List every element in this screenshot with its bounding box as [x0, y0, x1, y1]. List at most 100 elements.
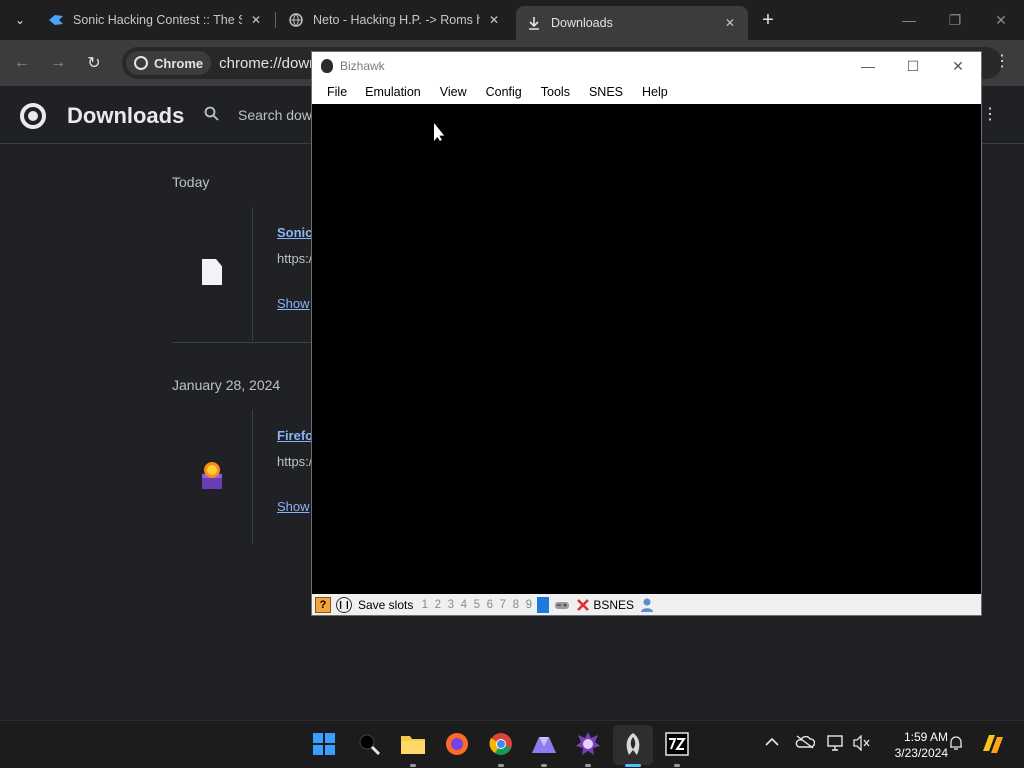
menu-help[interactable]: Help [642, 85, 668, 99]
divider [252, 207, 253, 341]
download-source-url[interactable]: https:/ [277, 251, 312, 266]
notification-bell-icon[interactable] [949, 735, 963, 754]
running-indicator [410, 764, 416, 767]
globe-icon [288, 12, 304, 28]
save-slots-label: Save slots [358, 597, 414, 612]
core-icon[interactable] [575, 597, 591, 613]
chip-label: Chrome [154, 55, 204, 71]
save-slot-6[interactable]: 6 [485, 599, 494, 611]
windows-taskbar: 1:59 AM 3/23/2024 [0, 720, 1024, 768]
bizhawk-status-bar: ? ❙❙ Save slots 1 2 3 4 5 6 7 8 9 BSNES [312, 594, 981, 615]
new-tab-button[interactable]: + [756, 8, 780, 32]
volume-muted-icon[interactable] [853, 734, 871, 754]
tab-sonic-hacking-contest[interactable]: Sonic Hacking Contest :: The SHC ✕ [38, 6, 274, 34]
download-item: Firefo https:/ Show [172, 410, 313, 544]
tab-search-chevron-icon[interactable]: ⌄ [8, 8, 32, 32]
restore-icon[interactable]: ❐ [932, 0, 978, 40]
save-slot-0-selected[interactable] [537, 596, 550, 613]
copilot-icon[interactable] [980, 731, 1006, 760]
tab-downloads[interactable]: Downloads ✕ [516, 6, 748, 40]
show-in-folder-link[interactable]: Show [277, 296, 310, 311]
app-triangle-icon[interactable] [531, 731, 557, 757]
bizhawk-titlebar[interactable]: Bizhawk — ☐ ✕ [312, 52, 981, 80]
firefox-icon[interactable] [444, 731, 470, 757]
network-icon[interactable] [827, 735, 845, 754]
bizhawk-window: Bizhawk — ☐ ✕ File Emulation View Config… [311, 51, 982, 616]
core-name[interactable]: BSNES [593, 598, 634, 612]
save-slot-9[interactable]: 9 [524, 599, 533, 611]
save-slot-4[interactable]: 4 [459, 599, 468, 611]
sonic-icon [48, 12, 64, 28]
bizhawk-taskbar-icon[interactable] [620, 731, 646, 757]
chrome-menu-icon[interactable]: ⋮ [990, 51, 1014, 75]
menu-view[interactable]: View [440, 85, 467, 99]
emulator-screen[interactable] [312, 104, 981, 594]
save-slot-3[interactable]: 3 [446, 599, 455, 611]
clock-time: 1:59 AM [903, 730, 948, 744]
controller-icon[interactable] [554, 597, 570, 613]
clock-date: 3/23/2024 [894, 746, 948, 760]
close-tab-icon[interactable]: ✕ [722, 16, 738, 30]
tab-title: Sonic Hacking Contest :: The SHC [73, 13, 242, 27]
show-hidden-icons-chevron-icon[interactable] [765, 735, 779, 750]
divider [252, 410, 253, 544]
7zip-icon[interactable] [664, 731, 690, 757]
save-slot-2[interactable]: 2 [433, 599, 442, 611]
download-item: Sonic https:/ Show [172, 207, 312, 341]
unknown-rom-icon[interactable]: ? [315, 596, 331, 613]
bizhawk-title: Bizhawk [340, 59, 385, 73]
show-in-folder-link[interactable]: Show [277, 499, 310, 514]
pause-icon[interactable]: ❙❙ [336, 596, 352, 613]
user-icon[interactable] [639, 597, 655, 613]
menu-emulation[interactable]: Emulation [365, 85, 421, 99]
onedrive-offline-icon[interactable] [795, 735, 816, 752]
reload-icon[interactable]: ↻ [82, 51, 106, 75]
tab-divider [275, 12, 276, 28]
forward-arrow-icon[interactable]: → [46, 51, 70, 75]
bizhawk-menu-bar: File Emulation View Config Tools SNES He… [312, 80, 981, 104]
bizhawk-app-icon [321, 59, 333, 73]
back-arrow-icon[interactable]: ← [10, 51, 34, 75]
menu-tools[interactable]: Tools [541, 85, 570, 99]
menu-file[interactable]: File [327, 85, 347, 99]
chrome-page-chip[interactable]: Chrome [126, 51, 212, 75]
close-window-icon[interactable]: ✕ [935, 52, 981, 80]
download-file-link[interactable]: Sonic [277, 225, 312, 240]
search-icon [204, 106, 224, 125]
menu-config[interactable]: Config [486, 85, 522, 99]
running-indicator [585, 764, 591, 767]
tab-title: Neto - Hacking H.P. -> Roms hac [313, 13, 480, 27]
close-tab-icon[interactable]: ✕ [248, 13, 264, 27]
tab-neto-hacking[interactable]: Neto - Hacking H.P. -> Roms hac ✕ [278, 6, 512, 34]
divider [172, 342, 312, 343]
taskbar-clock[interactable]: 1:59 AM 3/23/2024 [878, 729, 948, 761]
save-slot-1[interactable]: 1 [420, 599, 429, 611]
search-icon[interactable] [356, 731, 382, 757]
minimize-icon[interactable]: — [886, 0, 932, 40]
date-heading: Today [172, 174, 210, 190]
downloads-menu-icon[interactable]: ⋮ [980, 104, 1000, 124]
close-tab-icon[interactable]: ✕ [486, 13, 502, 27]
running-indicator [498, 764, 504, 767]
file-icon [202, 259, 222, 285]
chrome-tab-strip: ⌄ Sonic Hacking Contest :: The SHC ✕ Net… [0, 0, 1024, 40]
running-indicator [674, 764, 680, 767]
close-window-icon[interactable]: ✕ [978, 0, 1024, 40]
save-slot-8[interactable]: 8 [511, 599, 520, 611]
save-slot-5[interactable]: 5 [472, 599, 481, 611]
date-heading: January 28, 2024 [172, 377, 281, 393]
download-icon [526, 15, 542, 31]
maximize-icon[interactable]: ☐ [890, 52, 936, 80]
chrome-logo-icon [134, 56, 148, 70]
app-spiky-icon[interactable] [575, 731, 601, 757]
save-slot-7[interactable]: 7 [498, 599, 507, 611]
menu-snes[interactable]: SNES [589, 85, 623, 99]
file-explorer-icon[interactable] [400, 731, 426, 757]
start-windows-icon[interactable] [311, 731, 337, 757]
download-source-url[interactable]: https:/ [277, 454, 312, 469]
page-title: Downloads [67, 103, 185, 128]
chrome-logo-icon [20, 103, 46, 129]
download-file-link[interactable]: Firefo [277, 428, 313, 443]
chrome-icon[interactable] [488, 731, 514, 757]
minimize-icon[interactable]: — [845, 52, 891, 80]
